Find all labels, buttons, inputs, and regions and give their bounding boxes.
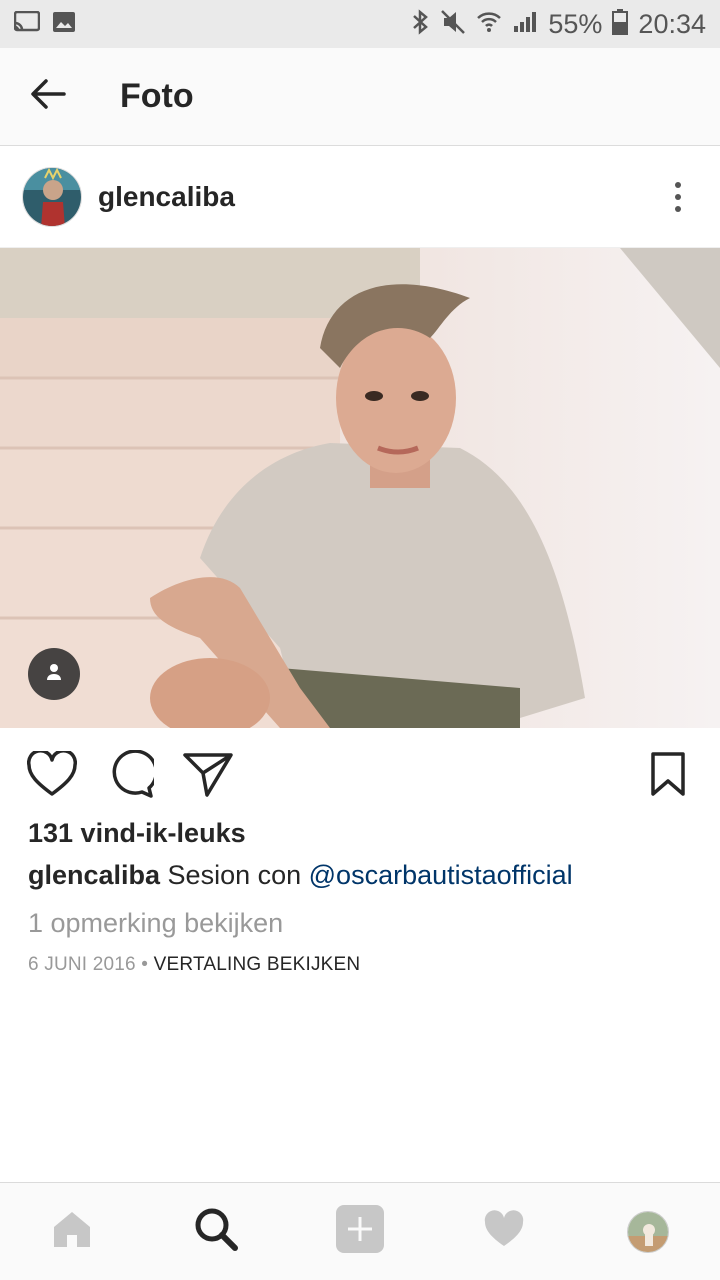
nav-profile[interactable] — [603, 1187, 693, 1277]
bookmark-icon — [650, 751, 686, 802]
search-icon — [194, 1207, 238, 1256]
app-bar: Foto — [0, 48, 720, 146]
comment-button[interactable] — [104, 748, 159, 803]
nav-activity[interactable] — [459, 1187, 549, 1277]
comment-icon — [106, 748, 159, 803]
signal-icon — [512, 10, 538, 39]
share-icon — [183, 751, 233, 802]
heart-icon — [26, 748, 78, 802]
save-button[interactable] — [642, 750, 694, 802]
page-title: Foto — [120, 77, 194, 115]
post-meta: 6 JUNI 2016 • VERTALING BEKIJKEN — [28, 954, 360, 976]
like-button[interactable] — [26, 748, 78, 802]
nav-home[interactable] — [27, 1187, 117, 1277]
battery-percent: 55% — [548, 8, 603, 39]
add-icon — [336, 1205, 384, 1258]
bluetooth-icon — [410, 8, 430, 41]
post-date: 6 JUNI 2016 — [28, 954, 136, 975]
arrow-left-icon — [30, 78, 66, 115]
clock: 20:34 — [638, 8, 706, 39]
dot — [675, 193, 681, 200]
post-actions — [0, 740, 720, 812]
nav-add[interactable] — [315, 1187, 405, 1277]
post-caption: glencaliba Sesion con @oscarbautistaoffi… — [28, 860, 573, 891]
tagged-people-button[interactable] — [28, 648, 80, 700]
wifi-icon — [476, 10, 502, 39]
back-button[interactable] — [0, 48, 96, 146]
status-bar: 55% 20:34 — [0, 0, 720, 48]
share-button[interactable] — [182, 750, 234, 802]
bottom-nav — [0, 1182, 720, 1280]
mute-icon — [440, 9, 466, 40]
image-icon — [52, 11, 76, 38]
meta-separator: • — [135, 954, 154, 975]
like-count[interactable]: 131 vind-ik-leuks — [28, 818, 246, 849]
more-options-button[interactable] — [658, 167, 698, 227]
post-header: glencaliba — [0, 146, 720, 248]
heart-icon — [483, 1210, 525, 1253]
view-comments-link[interactable]: 1 opmerking bekijken — [28, 908, 283, 939]
profile-avatar — [627, 1210, 669, 1253]
post-photo[interactable] — [0, 248, 720, 728]
post-username[interactable]: glencaliba — [98, 181, 235, 213]
person-icon — [44, 662, 64, 687]
home-icon — [51, 1209, 93, 1254]
nav-search[interactable] — [171, 1187, 261, 1277]
caption-username[interactable]: glencaliba — [28, 860, 160, 890]
avatar[interactable] — [22, 166, 82, 227]
battery-icon — [612, 8, 629, 40]
cast-icon — [13, 10, 41, 38]
dot — [675, 205, 681, 212]
see-translation-link[interactable]: VERTALING BEKIJKEN — [154, 954, 361, 975]
caption-text: Sesion con — [160, 860, 309, 890]
dot — [675, 181, 681, 188]
caption-mention[interactable]: @oscarbautistaofficial — [309, 860, 573, 890]
photo-illustration — [0, 248, 720, 728]
